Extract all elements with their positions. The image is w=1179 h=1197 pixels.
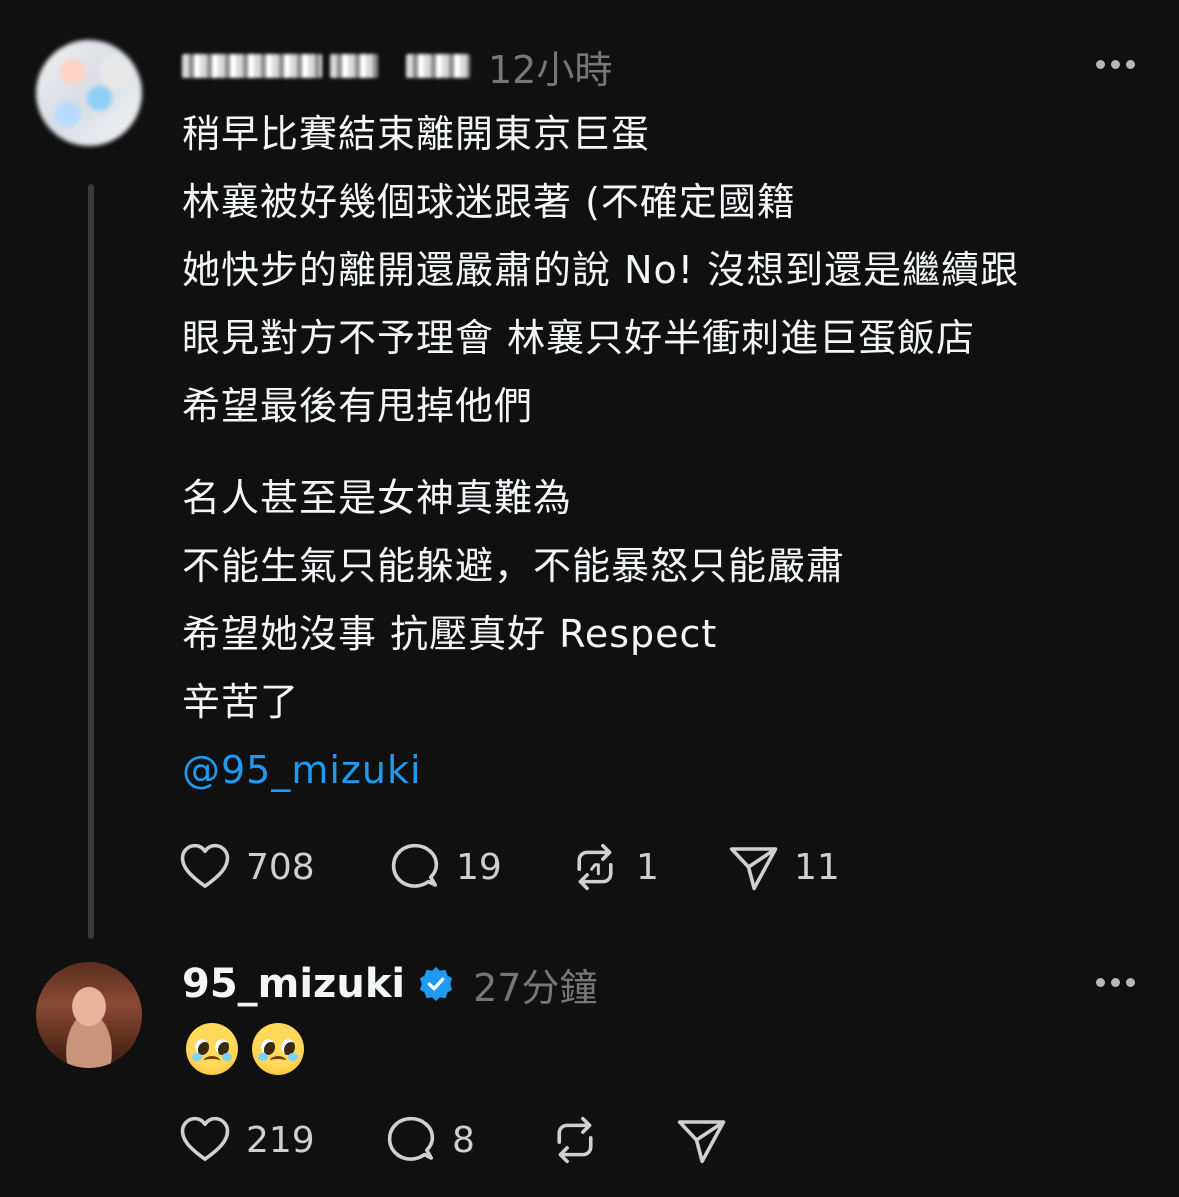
post-text-line: 不能生氣只能躲避，不能暴怒只能嚴肅 [182,544,846,588]
comment-bubble-icon [391,843,439,888]
post-2-actions: 219 8 [178,1113,728,1167]
post-text-line: 眼見對方不予理會 林襄只好半衝刺進巨蛋飯店 [182,316,976,360]
comment-button[interactable]: 19 [388,840,568,894]
more-dot [1096,978,1105,987]
post-time: 27分鐘 [473,965,598,1010]
redacted-block [182,54,322,78]
emoji-tear [222,1053,232,1061]
more-dot [1111,978,1120,987]
repost-button[interactable] [548,1113,674,1167]
more-dot [1126,978,1135,987]
more-horizontal-icon[interactable] [1096,60,1135,69]
more-dot [1096,60,1105,69]
comment-count: 8 [452,1119,475,1161]
redacted-block [330,54,378,78]
post-text-line: 她快步的離開還嚴肅的說 No! 沒想到還是繼續跟 [182,248,1020,292]
like-count: 708 [246,846,315,888]
post-text-line: 林襄被好幾個球迷跟著 (不確定國籍 [182,180,796,224]
emoji-tear [192,1053,202,1061]
emoji-tear [288,1053,298,1061]
pleading-face-emoji [252,1023,304,1075]
repost-button[interactable]: 1 [568,840,726,894]
verified-badge-icon [419,966,453,1002]
comment-bubble-icon [387,1116,435,1161]
username[interactable]: 95_mizuki [182,961,405,1007]
pleading-face-emoji [186,1023,238,1075]
emoji-row [186,1023,304,1075]
comment-count: 19 [456,846,502,888]
post-text-line: 辛苦了 [182,680,300,724]
emoji-tear [258,1053,268,1061]
post-2-header: 95_mizuki 27分鐘 [182,958,597,1010]
thread-line [88,184,94,939]
heart-icon [180,1116,230,1161]
send-icon [677,1120,726,1164]
post-2-avatar-column [36,962,148,1068]
mention-link[interactable]: @95_mizuki [182,736,1142,804]
post-1-header: 12小時 [182,42,612,92]
more-horizontal-icon[interactable] [1096,978,1135,987]
like-button[interactable]: 708 [178,840,388,894]
avatar[interactable] [36,962,142,1068]
more-dot [1111,60,1120,69]
post-1-avatar-column [36,40,148,146]
share-button[interactable]: 11 [726,840,840,894]
like-button[interactable]: 219 [178,1113,384,1167]
redacted-block [406,54,470,78]
repost-icon [557,1116,593,1164]
heart-icon [180,843,230,888]
emoji-mouth [270,1056,286,1065]
share-count: 11 [794,846,840,888]
comment-button[interactable]: 8 [384,1113,548,1167]
post-time: 12小時 [488,47,613,92]
post-body: 稍早比賽結束離開東京巨蛋 林襄被好幾個球迷跟著 (不確定國籍 她快步的離開還嚴肅… [182,100,1142,804]
more-dot [1126,60,1135,69]
post-text-line: 名人甚至是女神真難為 [182,476,573,520]
send-icon [729,847,778,891]
post-text-line: 稍早比賽結束離開東京巨蛋 [182,112,651,156]
redacted-username[interactable] [182,54,470,78]
post-text-line: 希望最後有甩掉他們 [182,384,534,428]
post-text-line: 希望她沒事 抗壓真好 Respect [182,612,718,656]
like-count: 219 [246,1119,315,1161]
repost-icon [577,843,613,891]
share-button[interactable] [674,1113,728,1167]
repost-count: 1 [636,846,659,888]
avatar[interactable] [36,40,142,146]
post-1-actions: 708 19 1 11 [178,840,840,894]
emoji-mouth [204,1056,220,1065]
